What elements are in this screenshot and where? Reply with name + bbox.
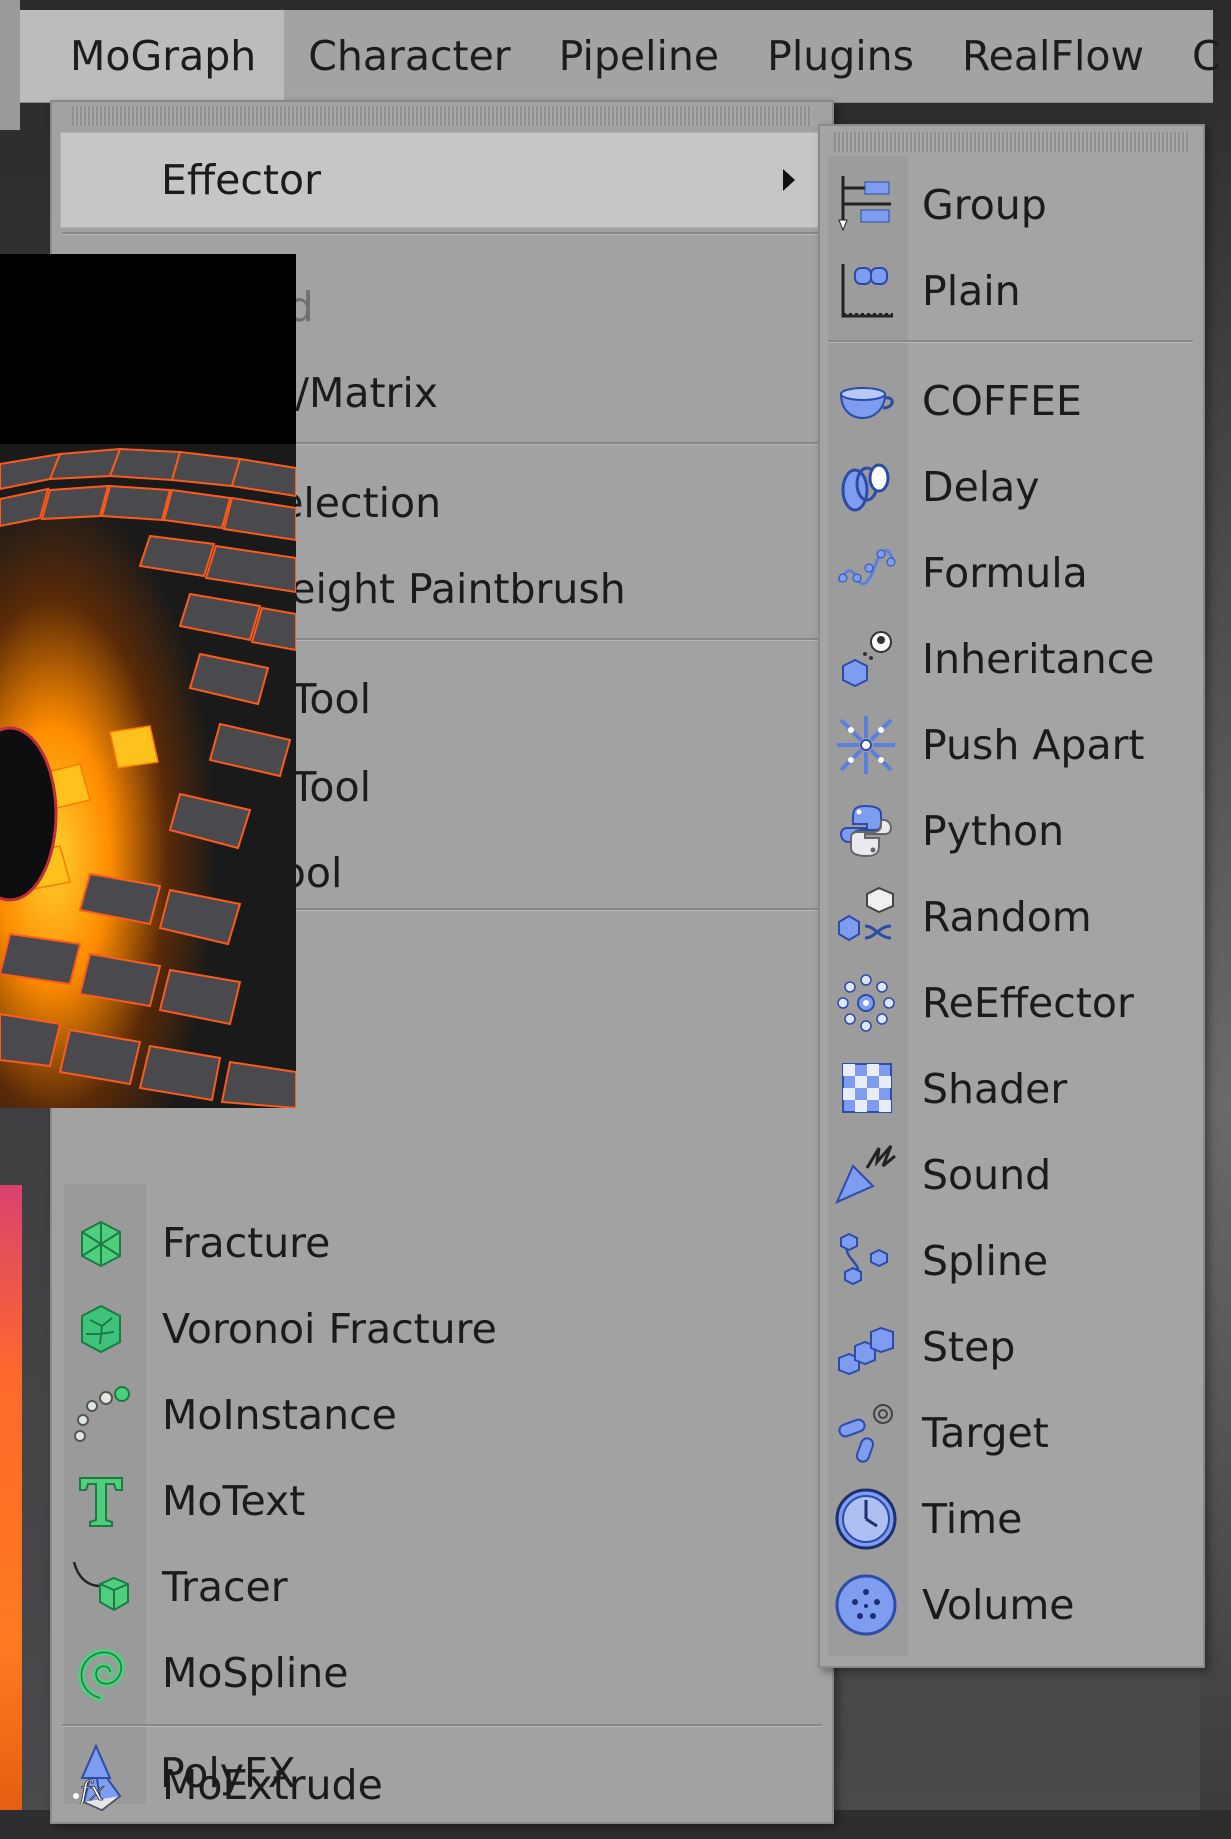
menu-mograph[interactable]: MoGraph	[20, 10, 285, 102]
mospline-icon	[66, 1638, 136, 1708]
svg-text:fx: fx	[78, 1777, 105, 1804]
tear-off-grip[interactable]	[72, 106, 812, 126]
submenu-item-label: Plain	[922, 267, 1021, 315]
separator	[62, 1724, 822, 1727]
menu-item-label: MoText	[162, 1477, 306, 1525]
plain-icon	[830, 255, 902, 327]
submenu-item-label: Python	[922, 807, 1065, 855]
menu-item-fracture[interactable]: Fracture	[52, 1200, 832, 1286]
formula-icon	[830, 537, 902, 609]
render-preview-image	[0, 254, 296, 1108]
volume-icon	[830, 1569, 902, 1641]
separator	[828, 340, 1193, 343]
delay-icon	[830, 451, 902, 523]
submenu-item-reeffector[interactable]: ReEffector	[820, 960, 1203, 1046]
submenu-item-time[interactable]: Time	[820, 1476, 1203, 1562]
menu-item-moinstance[interactable]: MoInstance	[52, 1372, 832, 1458]
submenu-item-label: Target	[922, 1409, 1049, 1457]
menu-item-label: Effector	[161, 156, 321, 204]
submenu-item-spline[interactable]: Spline	[820, 1218, 1203, 1304]
reeffector-icon	[830, 967, 902, 1039]
menu-item-motext[interactable]: MoText	[52, 1458, 832, 1544]
moinstance-icon	[66, 1380, 136, 1450]
submenu-item-push-apart[interactable]: Push Apart	[820, 702, 1203, 788]
menu-item-label: Fracture	[162, 1219, 331, 1267]
menu-item-label: MoInstance	[162, 1391, 397, 1439]
fracture-icon	[66, 1208, 136, 1278]
submenu-item-label: Delay	[922, 463, 1040, 511]
submenu-item-group[interactable]: Group	[820, 162, 1203, 248]
menu-item-polyfx[interactable]: fx PolyFX	[50, 1730, 830, 1816]
shader-icon	[830, 1053, 902, 1125]
submenu-item-plain[interactable]: Plain	[820, 248, 1203, 334]
menu-item-label: Tracer	[162, 1563, 288, 1611]
menu-item-label: PolyFX	[160, 1749, 296, 1797]
submenu-item-shader[interactable]: Shader	[820, 1046, 1203, 1132]
submenu-item-label: Sound	[922, 1151, 1052, 1199]
menu-item-voronoi-fracture[interactable]: Voronoi Fracture	[52, 1286, 832, 1372]
separator	[62, 232, 822, 235]
submenu-item-label: Spline	[922, 1237, 1049, 1285]
sound-icon	[830, 1139, 902, 1211]
submenu-item-label: Group	[922, 181, 1047, 229]
voronoi-fracture-icon	[66, 1294, 136, 1364]
menu-item-effector[interactable]: Effector	[60, 132, 822, 228]
motext-icon	[66, 1466, 136, 1536]
menu-realflow[interactable]: RealFlow	[938, 10, 1168, 102]
push-apart-icon	[830, 709, 902, 781]
tracer-icon	[66, 1552, 136, 1622]
submenu-item-label: Step	[922, 1323, 1016, 1371]
submenu-item-formula[interactable]: Formula	[820, 530, 1203, 616]
background-render-fragment	[0, 1185, 22, 1839]
toolbar-edge	[0, 0, 20, 130]
submenu-item-coffee[interactable]: COFFEE	[820, 358, 1203, 444]
menu-pipeline[interactable]: Pipeline	[535, 10, 743, 102]
tear-off-grip[interactable]	[834, 132, 1189, 152]
submenu-item-label: Push Apart	[922, 721, 1145, 769]
submenu-item-label: Shader	[922, 1065, 1068, 1113]
coffee-icon	[830, 365, 902, 437]
random-icon	[830, 881, 902, 953]
submenu-item-label: ReEffector	[922, 979, 1134, 1027]
python-icon	[830, 795, 902, 867]
menu-bar: MoGraph Character Pipeline Plugins RealF…	[20, 10, 1221, 103]
submenu-item-step[interactable]: Step	[820, 1304, 1203, 1390]
group-icon	[830, 169, 902, 241]
submenu-arrow-icon	[783, 169, 795, 191]
menu-truncated[interactable]: C	[1168, 10, 1231, 102]
submenu-item-random[interactable]: Random	[820, 874, 1203, 960]
submenu-item-target[interactable]: Target	[820, 1390, 1203, 1476]
submenu-item-delay[interactable]: Delay	[820, 444, 1203, 530]
menu-item-tracer[interactable]: Tracer	[52, 1544, 832, 1630]
spline-icon	[830, 1225, 902, 1297]
menu-item-label: MoSpline	[162, 1649, 349, 1697]
submenu-item-label: Inheritance	[922, 635, 1155, 683]
effector-submenu: Group Plain COFFEE Delay Formula Inherit…	[818, 124, 1205, 1668]
submenu-item-label: Random	[922, 893, 1092, 941]
menu-plugins[interactable]: Plugins	[743, 10, 938, 102]
time-icon	[830, 1483, 902, 1555]
polyfx-icon: fx	[66, 1738, 136, 1808]
submenu-item-label: Time	[922, 1495, 1023, 1543]
submenu-item-label: Formula	[922, 549, 1088, 597]
screenshot: MoGraph Character Pipeline Plugins RealF…	[0, 0, 1231, 1839]
submenu-item-label: Volume	[922, 1581, 1075, 1629]
submenu-item-sound[interactable]: Sound	[820, 1132, 1203, 1218]
menu-item-mospline[interactable]: MoSpline	[52, 1630, 832, 1716]
menu-item-label: Voronoi Fracture	[162, 1305, 497, 1353]
step-icon	[830, 1311, 902, 1383]
submenu-item-label: COFFEE	[922, 377, 1082, 425]
submenu-item-volume[interactable]: Volume	[820, 1562, 1203, 1648]
inheritance-icon	[830, 623, 902, 695]
submenu-item-python[interactable]: Python	[820, 788, 1203, 874]
submenu-item-inheritance[interactable]: Inheritance	[820, 616, 1203, 702]
menu-character[interactable]: Character	[284, 10, 534, 102]
target-icon	[830, 1397, 902, 1469]
